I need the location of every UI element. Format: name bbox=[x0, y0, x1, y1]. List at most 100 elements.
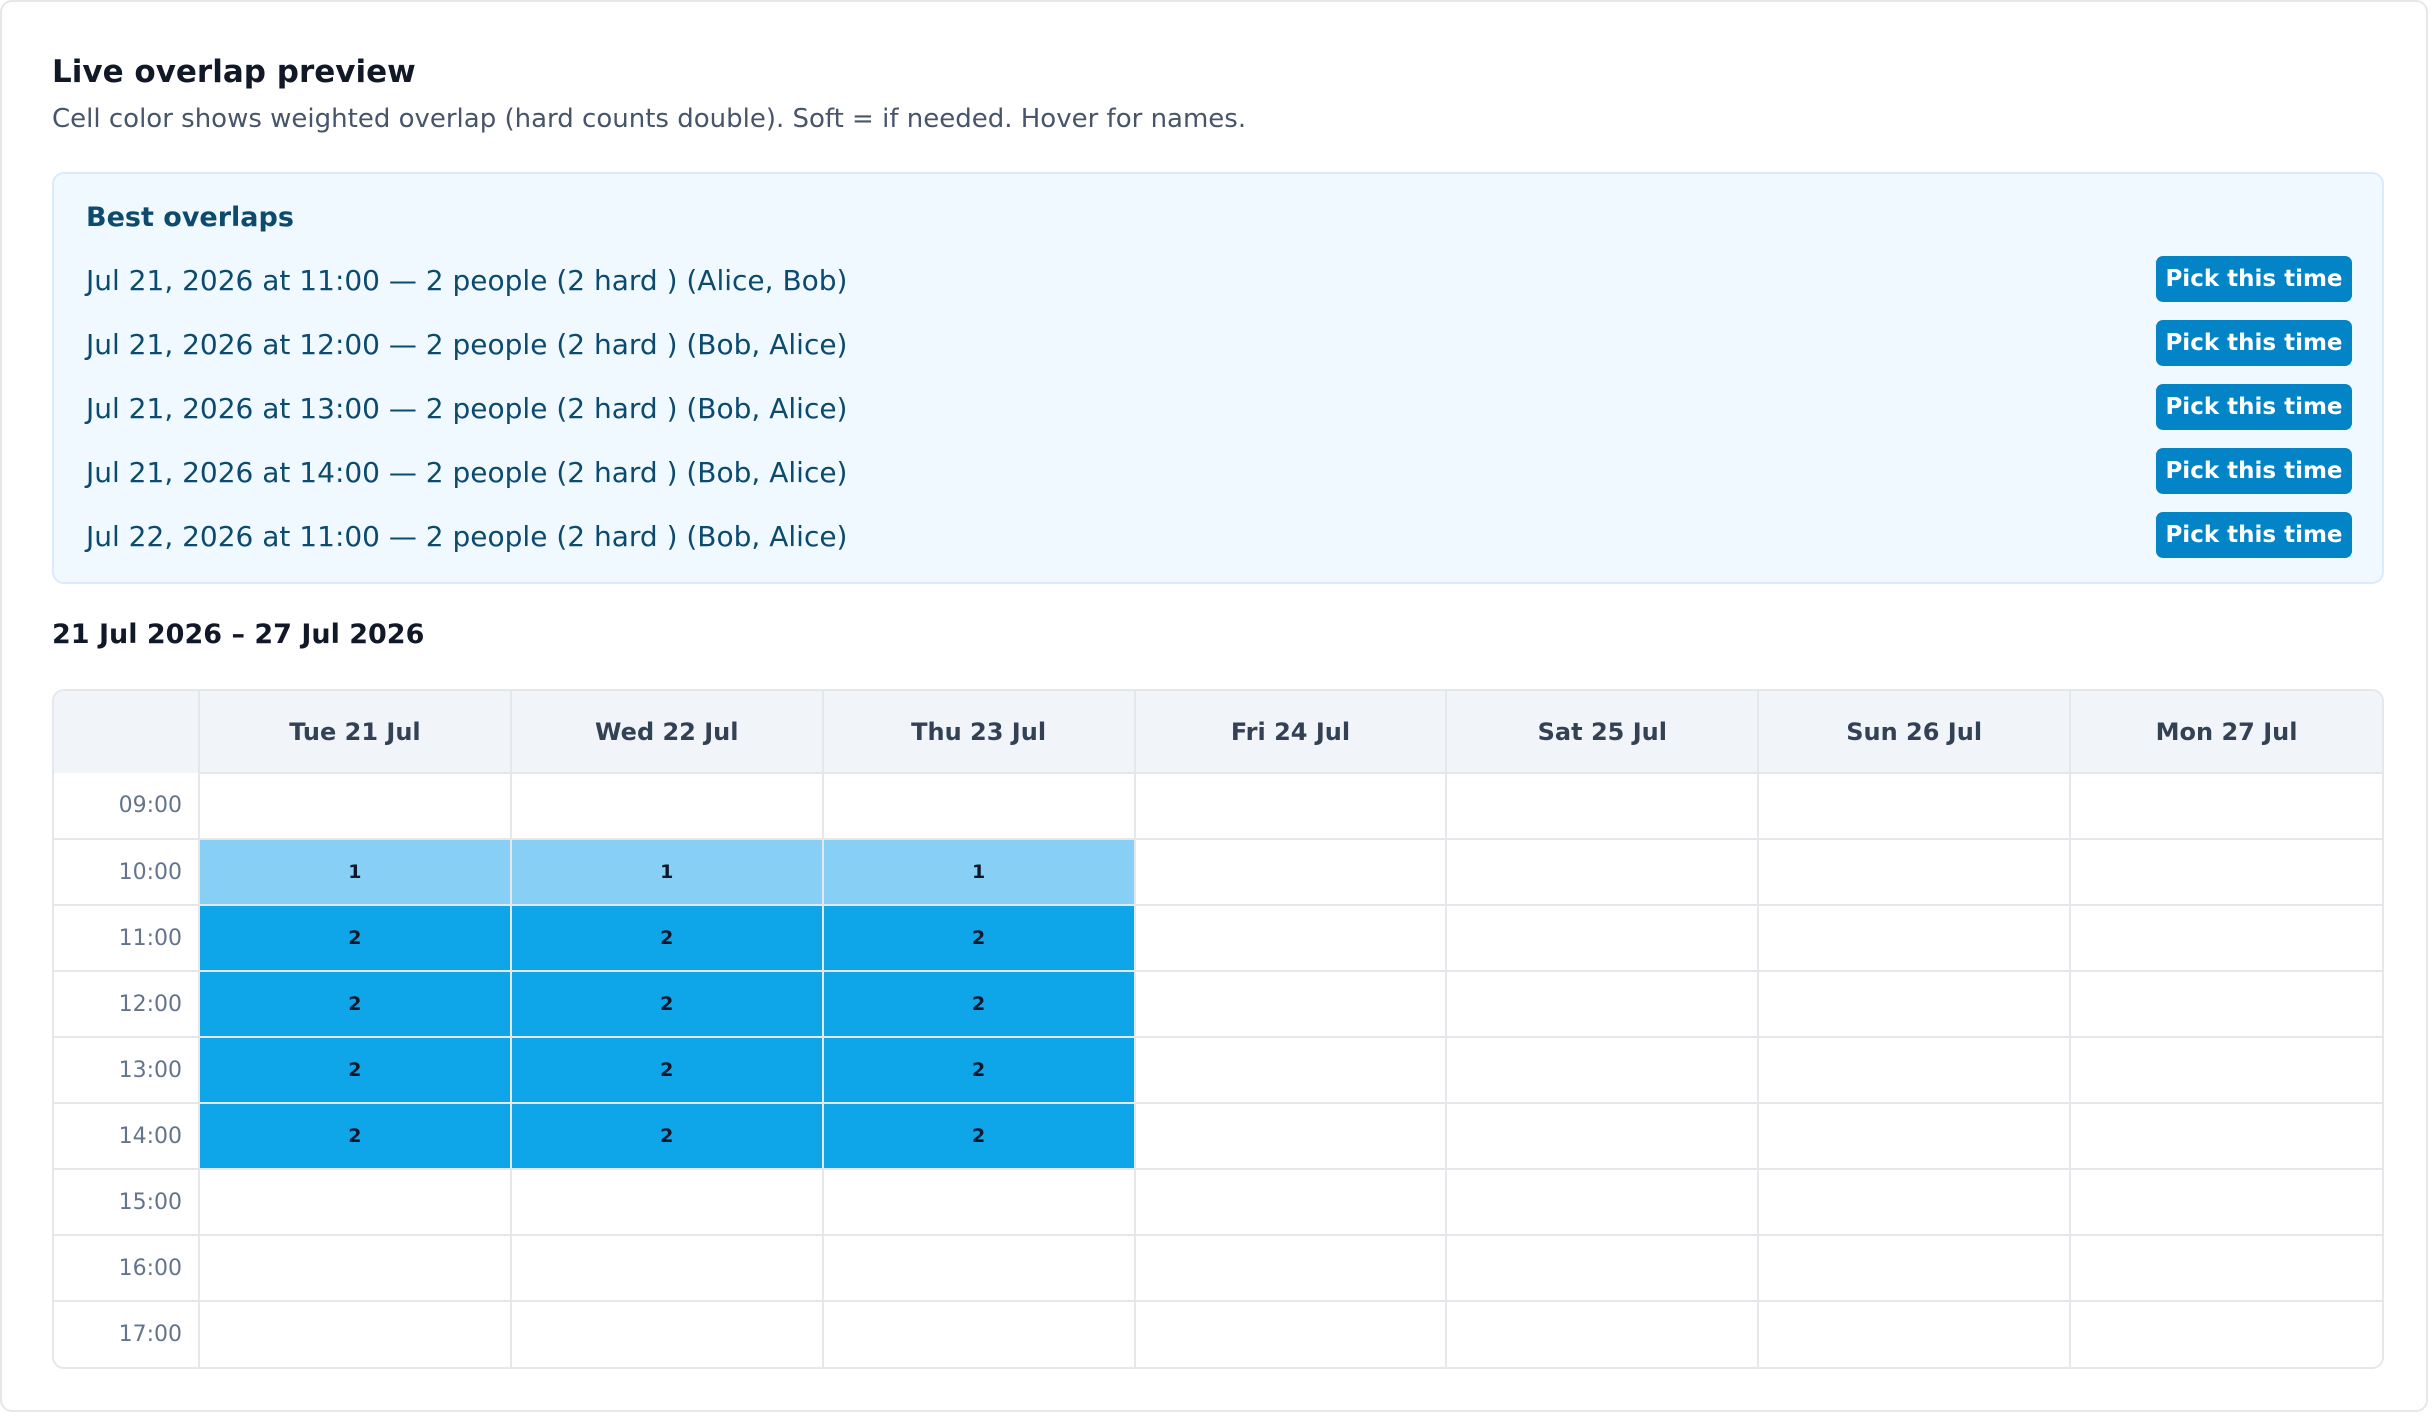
availability-cell[interactable]: 2 bbox=[821, 1036, 1136, 1104]
time-slot-row: 13:00 2 2 2 bbox=[54, 1036, 2382, 1104]
best-overlap-row: Jul 21, 2026 at 14:00 — 2 people (2 hard… bbox=[86, 448, 2352, 496]
availability-cell[interactable]: 2 bbox=[821, 904, 1136, 972]
availability-cell[interactable] bbox=[2069, 838, 2382, 906]
availability-cell[interactable]: 2 bbox=[198, 1102, 512, 1170]
availability-cell[interactable] bbox=[1445, 1102, 1760, 1170]
time-slot-row: 11:00 2 2 2 bbox=[54, 904, 2382, 972]
availability-cell[interactable]: 2 bbox=[509, 1036, 824, 1104]
availability-cell[interactable] bbox=[1133, 1234, 1448, 1302]
best-overlap-row: Jul 21, 2026 at 13:00 — 2 people (2 hard… bbox=[86, 384, 2352, 432]
availability-cell[interactable] bbox=[198, 1300, 512, 1367]
availability-cell[interactable]: 2 bbox=[198, 1036, 512, 1104]
availability-cell[interactable] bbox=[1133, 1300, 1448, 1367]
best-overlap-text: Jul 21, 2026 at 11:00 — 2 people (2 hard… bbox=[86, 264, 848, 297]
availability-cell[interactable]: 2 bbox=[509, 970, 824, 1038]
availability-cell[interactable] bbox=[1445, 1168, 1760, 1236]
day-header: Wed 22 Jul bbox=[509, 691, 824, 773]
availability-cell[interactable] bbox=[509, 1300, 824, 1367]
availability-cell[interactable] bbox=[821, 1300, 1136, 1367]
availability-cell[interactable]: 2 bbox=[509, 904, 824, 972]
availability-cell[interactable] bbox=[2069, 1234, 2382, 1302]
time-slot-row: 15:00 bbox=[54, 1168, 2382, 1236]
corner-cell bbox=[54, 691, 200, 773]
best-overlap-text: Jul 21, 2026 at 13:00 — 2 people (2 hard… bbox=[86, 392, 848, 425]
availability-cell[interactable] bbox=[1757, 1036, 2072, 1104]
availability-cell[interactable]: 2 bbox=[821, 970, 1136, 1038]
availability-cell[interactable] bbox=[1133, 1036, 1448, 1104]
day-header-row: Tue 21 Jul Wed 22 Jul Thu 23 Jul Fri 24 … bbox=[54, 691, 2382, 773]
availability-cell[interactable] bbox=[509, 772, 824, 840]
availability-cell[interactable] bbox=[1445, 904, 1760, 972]
availability-cell[interactable] bbox=[821, 772, 1136, 840]
availability-cell[interactable] bbox=[821, 1168, 1136, 1236]
availability-cell[interactable] bbox=[1133, 772, 1448, 840]
day-header: Thu 23 Jul bbox=[821, 691, 1136, 773]
availability-cell[interactable] bbox=[1133, 838, 1448, 906]
availability-cell[interactable]: 1 bbox=[509, 838, 824, 906]
pick-time-button[interactable]: Pick this time bbox=[2156, 512, 2352, 558]
availability-cell[interactable] bbox=[2069, 1036, 2382, 1104]
availability-cell[interactable] bbox=[2069, 1102, 2382, 1170]
pick-time-button[interactable]: Pick this time bbox=[2156, 384, 2352, 430]
availability-cell[interactable] bbox=[1445, 1234, 1760, 1302]
availability-cell[interactable] bbox=[1757, 970, 2072, 1038]
availability-cell[interactable] bbox=[821, 1234, 1136, 1302]
availability-cell[interactable]: 1 bbox=[821, 838, 1136, 906]
availability-cell[interactable]: 2 bbox=[509, 1102, 824, 1170]
availability-cell[interactable] bbox=[198, 1234, 512, 1302]
best-overlap-text: Jul 21, 2026 at 12:00 — 2 people (2 hard… bbox=[86, 328, 848, 361]
best-overlap-row: Jul 21, 2026 at 11:00 — 2 people (2 hard… bbox=[86, 256, 2352, 304]
time-slot-row: 10:00 1 1 1 bbox=[54, 838, 2382, 906]
availability-cell[interactable] bbox=[1445, 838, 1760, 906]
pick-time-button[interactable]: Pick this time bbox=[2156, 256, 2352, 302]
availability-cell[interactable] bbox=[1445, 772, 1760, 840]
availability-cell[interactable] bbox=[1757, 838, 2072, 906]
best-overlap-row: Jul 22, 2026 at 11:00 — 2 people (2 hard… bbox=[86, 512, 2352, 560]
availability-cell[interactable] bbox=[1133, 1168, 1448, 1236]
day-header: Tue 21 Jul bbox=[198, 691, 512, 773]
availability-cell[interactable] bbox=[1445, 1300, 1760, 1367]
availability-cell[interactable] bbox=[1133, 970, 1448, 1038]
pick-time-button[interactable]: Pick this time bbox=[2156, 448, 2352, 494]
day-header: Sat 25 Jul bbox=[1445, 691, 1760, 773]
availability-cell[interactable]: 2 bbox=[198, 970, 512, 1038]
pick-time-button[interactable]: Pick this time bbox=[2156, 320, 2352, 366]
page-title: Live overlap preview bbox=[52, 54, 416, 90]
availability-cell[interactable] bbox=[1757, 1300, 2072, 1367]
availability-cell[interactable] bbox=[198, 1168, 512, 1236]
best-overlaps-panel: Best overlaps Jul 21, 2026 at 11:00 — 2 … bbox=[52, 172, 2384, 584]
time-label: 11:00 bbox=[54, 904, 200, 972]
availability-cell[interactable] bbox=[1757, 772, 2072, 840]
availability-cell[interactable] bbox=[2069, 904, 2382, 972]
availability-cell[interactable] bbox=[2069, 1168, 2382, 1236]
week-range-label: 21 Jul 2026 – 27 Jul 2026 bbox=[52, 619, 425, 650]
availability-cell[interactable] bbox=[1445, 970, 1760, 1038]
page-subtitle: Cell color shows weighted overlap (hard … bbox=[52, 104, 1247, 134]
time-slot-row: 17:00 bbox=[54, 1300, 2382, 1367]
day-header: Sun 26 Jul bbox=[1757, 691, 2072, 773]
availability-cell[interactable] bbox=[2069, 1300, 2382, 1367]
time-label: 15:00 bbox=[54, 1168, 200, 1236]
time-label: 17:00 bbox=[54, 1300, 200, 1367]
availability-cell[interactable]: 1 bbox=[198, 838, 512, 906]
time-label: 09:00 bbox=[54, 773, 200, 840]
availability-cell[interactable] bbox=[509, 1234, 824, 1302]
availability-cell[interactable] bbox=[2069, 772, 2382, 840]
availability-cell[interactable]: 2 bbox=[198, 904, 512, 972]
availability-cell[interactable] bbox=[1757, 1234, 2072, 1302]
availability-cell[interactable] bbox=[198, 772, 512, 840]
time-slot-row: 09:00 bbox=[54, 772, 2382, 840]
availability-cell[interactable] bbox=[1757, 904, 2072, 972]
best-overlaps-title: Best overlaps bbox=[86, 202, 294, 233]
time-label: 10:00 bbox=[54, 838, 200, 906]
availability-cell[interactable] bbox=[1757, 1168, 2072, 1236]
availability-cell[interactable] bbox=[2069, 970, 2382, 1038]
availability-cell[interactable] bbox=[1757, 1102, 2072, 1170]
availability-cell[interactable] bbox=[509, 1168, 824, 1236]
time-label: 14:00 bbox=[54, 1102, 200, 1170]
availability-cell[interactable]: 2 bbox=[821, 1102, 1136, 1170]
time-label: 16:00 bbox=[54, 1234, 200, 1302]
availability-cell[interactable] bbox=[1445, 1036, 1760, 1104]
availability-cell[interactable] bbox=[1133, 1102, 1448, 1170]
availability-cell[interactable] bbox=[1133, 904, 1448, 972]
